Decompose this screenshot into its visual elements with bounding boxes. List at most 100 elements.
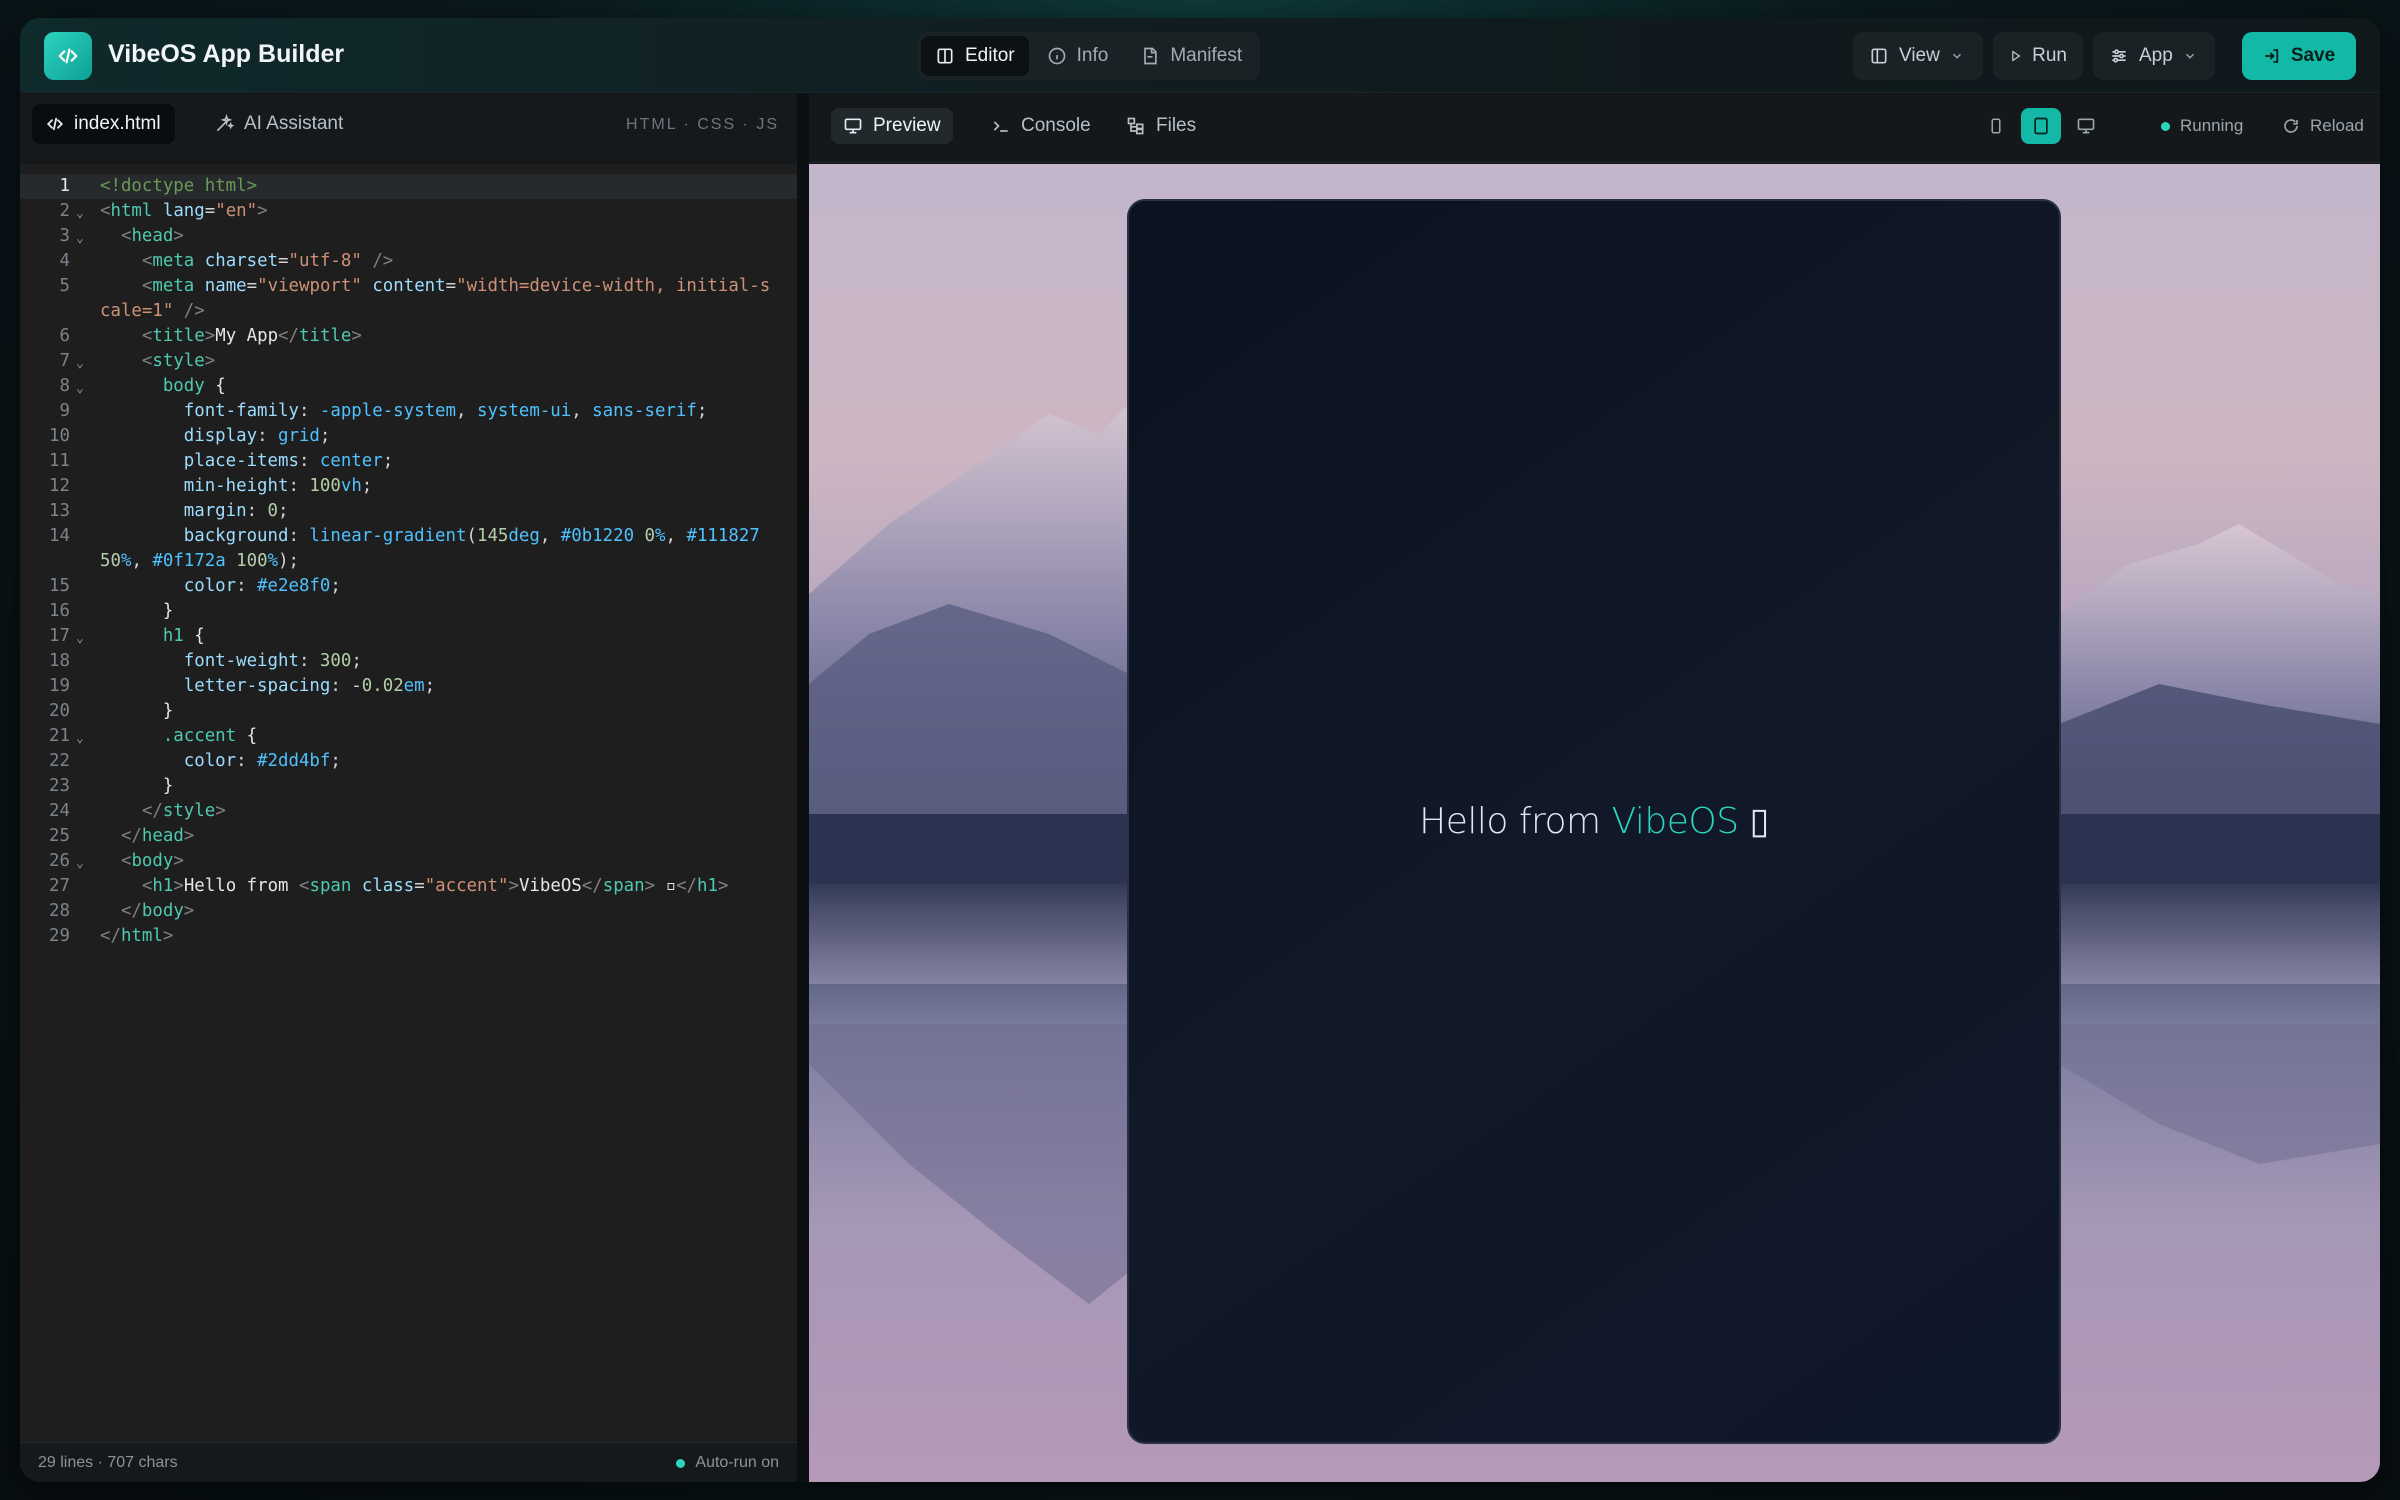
phone-icon: [1991, 118, 2001, 134]
device-phone-button[interactable]: [1976, 108, 2016, 144]
code-line: 21 ⌄ .accent {: [49, 726, 258, 746]
chevron-down-icon: [1952, 53, 1961, 59]
device-frame: Hello from VibeOS ▯: [1127, 199, 2061, 1444]
language-hint: HTML · CSS · JS: [626, 116, 779, 133]
login-arrow-icon: [2265, 49, 2278, 63]
app-dropdown[interactable]: App: [2093, 32, 2215, 80]
app-logo: [44, 32, 92, 80]
running-dot: [2161, 121, 2170, 131]
run-button[interactable]: Run: [1993, 32, 2083, 80]
code-brackets-icon: [58, 48, 78, 64]
code-line: 18 font-weight: 300;: [49, 651, 362, 671]
device-desktop-button[interactable]: [2066, 108, 2106, 144]
hello-text: Hello from: [1419, 801, 1612, 842]
code-line: 29 </html>: [49, 926, 174, 946]
code-line: 27 <h1>Hello from <span class="accent">V…: [49, 876, 729, 896]
columns-icon: [937, 48, 953, 64]
top-bar: VibeOS App Builder Editor Info Manifest …: [20, 18, 2380, 93]
info-icon: [1048, 47, 1065, 65]
run-status: Running: [2161, 108, 2243, 144]
code-line: 3 ⌄ <head>: [59, 226, 184, 246]
run-status-label: Running: [2180, 116, 2244, 135]
hello-emoji: ▯: [1749, 801, 1770, 842]
preview-heading: Hello from VibeOS ▯: [1419, 801, 1769, 842]
preview-canvas: Hello from VibeOS ▯: [809, 164, 2380, 1482]
files-icon: [1127, 117, 1144, 135]
code-icon: [46, 117, 64, 131]
code-line: 1 <!doctype html>: [20, 174, 797, 199]
code-line: 11 place-items: center;: [49, 451, 394, 471]
code-line: 4 <meta charset="utf-8" />: [59, 251, 394, 271]
app-label: App: [2139, 45, 2173, 66]
code-line: 24 </style>: [49, 801, 226, 821]
code-line: 13 margin: 0;: [49, 501, 289, 521]
mode-tabs: Editor Info Manifest: [917, 32, 1260, 80]
tab-preview[interactable]: Preview: [831, 108, 953, 144]
autorun-label: Auto-run on: [695, 1454, 779, 1471]
view-dropdown[interactable]: View: [1853, 32, 1983, 80]
view-label: View: [1899, 45, 1940, 66]
editor-tabs: index.html AI Assistant HTML · CSS · JS: [20, 94, 797, 164]
code-line: 26 ⌄ <body>: [49, 851, 184, 871]
sliders-icon: [2112, 49, 2126, 63]
tab-console[interactable]: Console: [979, 108, 1103, 144]
code-editor[interactable]: 1 <!doctype html> 2 ⌄ <html lang="en"> 3 ⌄ <…: [20, 174, 797, 1434]
monitor-icon: [844, 118, 862, 134]
tab-info[interactable]: Info: [1033, 36, 1123, 76]
code-line: 22 color: #2dd4bf;: [49, 751, 341, 771]
code-line: 2 ⌄ <html lang="en">: [59, 201, 268, 221]
tab-files-label: Files: [1156, 115, 1197, 136]
run-label: Run: [2032, 45, 2067, 66]
tab-manifest-label: Manifest: [1170, 45, 1243, 66]
autorun-status[interactable]: Auto-run on: [676, 1454, 779, 1472]
reload-label: Reload: [2310, 116, 2364, 135]
panel-resize-handle[interactable]: [797, 94, 809, 1482]
tab-console-label: Console: [1021, 115, 1091, 136]
reload-button[interactable]: Reload: [2282, 108, 2364, 144]
tab-preview-label: Preview: [873, 115, 941, 136]
code-line: 7 ⌄ <style>: [59, 351, 216, 371]
tab-index-html[interactable]: index.html: [32, 104, 175, 144]
save-label: Save: [2290, 45, 2336, 66]
code-line: 25 </head>: [49, 826, 195, 846]
desktop-icon: [2077, 118, 2095, 134]
tab-ai-assistant[interactable]: AI Assistant: [200, 104, 357, 144]
tab-info-label: Info: [1076, 45, 1109, 66]
code-line: 19 letter-spacing: -0.02em;: [49, 676, 436, 696]
status-dot: [676, 1458, 686, 1468]
code-line: 5 <meta name="viewport" content="width=d…: [59, 276, 771, 321]
preview-tabs: Preview Console Files Running Reload: [809, 94, 2380, 163]
tab-editor-label: Editor: [965, 45, 1015, 66]
editor-panel: index.html AI Assistant HTML · CSS · JS …: [20, 94, 797, 1482]
preview-panel: Preview Console Files Running Reload Hel…: [809, 94, 2380, 1482]
code-line: 28 </body>: [49, 901, 195, 921]
tab-files[interactable]: Files: [1114, 108, 1208, 144]
sparkles-icon: [216, 114, 234, 132]
save-button[interactable]: Save: [2242, 32, 2356, 80]
terminal-icon: [993, 121, 1008, 132]
app-title: VibeOS App Builder: [108, 40, 345, 68]
columns-icon: [1871, 48, 1887, 64]
code-line: 14 background: linear-gradient(145deg, #…: [49, 526, 760, 571]
file-icon: [1144, 47, 1158, 65]
tab-manifest[interactable]: Manifest: [1126, 36, 1256, 76]
device-tablet-button[interactable]: [2021, 108, 2061, 144]
code-line: 16 }: [49, 601, 174, 621]
code-line: 6 <title>My App</title>: [59, 326, 362, 346]
app-window: VibeOS App Builder Editor Info Manifest …: [20, 18, 2380, 1482]
tablet-icon: [2034, 117, 2048, 135]
play-icon: [2012, 50, 2021, 62]
code-line: 12 min-height: 100vh;: [49, 476, 373, 496]
code-line: 15 color: #e2e8f0;: [49, 576, 341, 596]
editor-stats: 29 lines · 707 chars: [38, 1454, 178, 1471]
code-line: 8 ⌄ body {: [59, 376, 226, 396]
editor-status-bar: 29 lines · 707 chars Auto-run on: [20, 1442, 797, 1482]
code-line: 23 }: [49, 776, 174, 796]
hello-accent: VibeOS: [1611, 801, 1740, 842]
chevron-down-icon: [2185, 53, 2194, 59]
code-line: 10 display: grid;: [49, 426, 331, 446]
reload-icon: [2284, 119, 2298, 133]
code-line: 17 ⌄ h1 {: [49, 626, 205, 646]
tab-editor[interactable]: Editor: [921, 36, 1029, 76]
code-line: 9 font-family: -apple-system, system-ui,…: [59, 401, 708, 421]
